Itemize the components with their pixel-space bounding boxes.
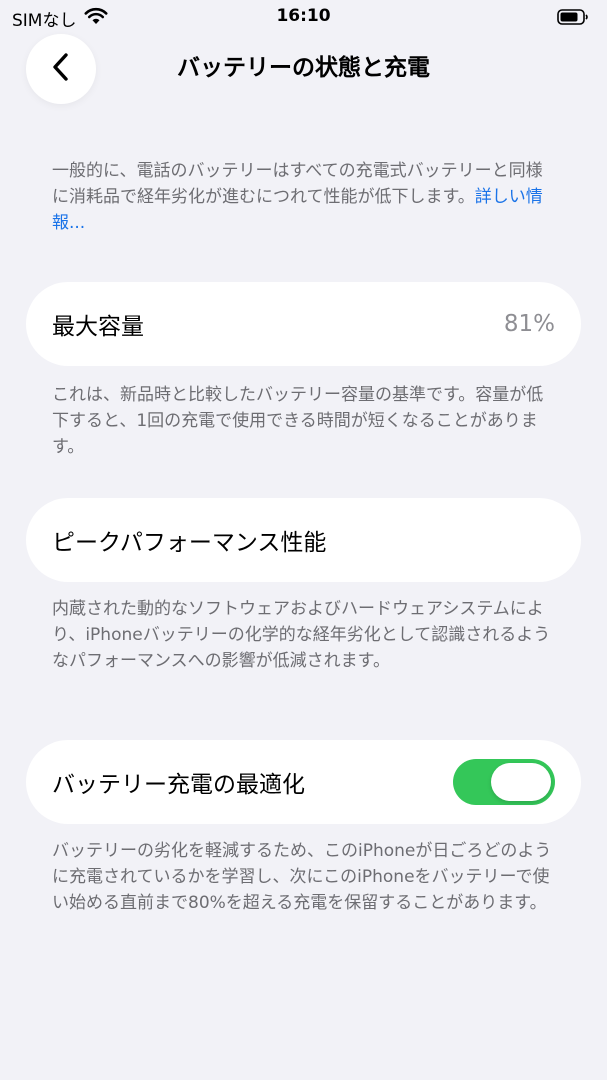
status-bar: SIMなし 16:10: [0, 0, 607, 34]
page-title: バッテリーの状態と充電: [177, 55, 430, 81]
peak-performance-label: ピークパフォーマンス性能: [52, 530, 327, 556]
max-capacity-value: 81%: [503, 311, 555, 337]
max-capacity-description: これは、新品時と比較したバッテリー容量の基準です。容量が低下すると、1回の充電で…: [52, 385, 544, 457]
optimized-charging-label: バッテリー充電の最適化: [52, 772, 305, 798]
status-time: 16:10: [276, 6, 331, 26]
max-capacity-row: 最大容量 81%: [26, 282, 581, 366]
max-capacity-label: 最大容量: [52, 314, 144, 340]
optimized-charging-toggle[interactable]: [453, 759, 555, 805]
optimized-charging-row: バッテリー充電の最適化: [26, 740, 581, 824]
optimized-charging-description: バッテリーの劣化を軽減するため、このiPhoneが日ごろどのように充電されている…: [52, 841, 552, 913]
intro-text: 一般的に、電話のバッテリーはすべての充電式バッテリーと同様に消耗品で経年劣化が進…: [52, 161, 543, 207]
battery-icon: [557, 8, 589, 30]
peak-performance-row[interactable]: ピークパフォーマンス性能: [26, 498, 581, 582]
intro-description: 一般的に、電話のバッテリーはすべての充電式バッテリーと同様に消耗品で経年劣化が進…: [52, 158, 552, 236]
toggle-knob: [491, 763, 551, 801]
navigation-bar: バッテリーの状態と充電: [0, 34, 607, 104]
peak-performance-description: 内蔵された動的なソフトウェアおよびハードウェアシステムにより、iPhoneバッテ…: [52, 599, 551, 671]
